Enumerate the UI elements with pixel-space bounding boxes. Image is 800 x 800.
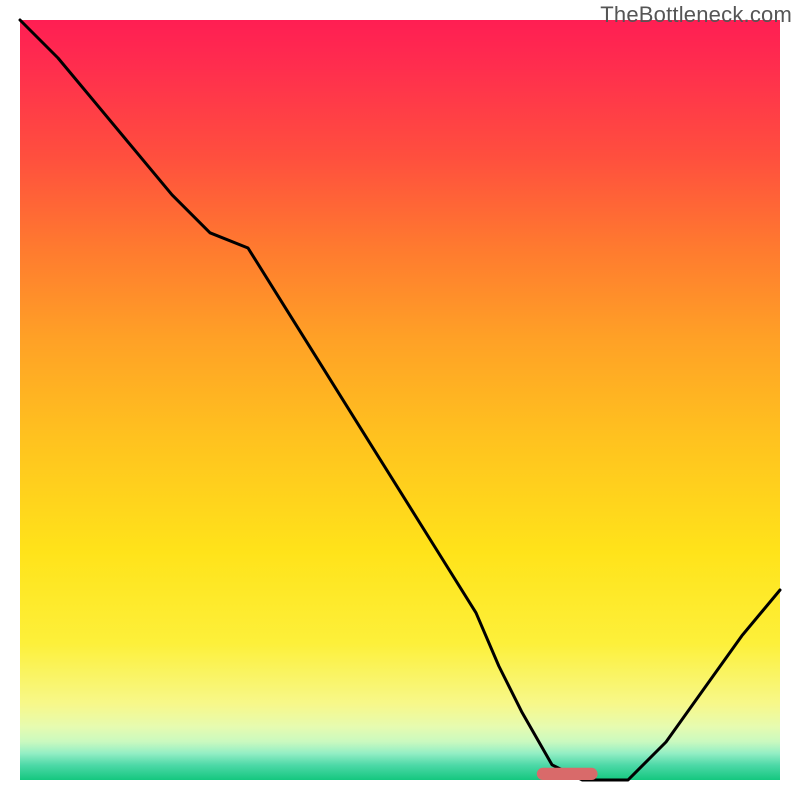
target-marker	[537, 768, 598, 780]
plot-svg	[20, 20, 780, 780]
bottleneck-curve	[20, 20, 780, 780]
watermark-text: TheBottleneck.com	[600, 2, 792, 28]
plot-area	[20, 20, 780, 780]
chart-container: TheBottleneck.com	[0, 0, 800, 800]
